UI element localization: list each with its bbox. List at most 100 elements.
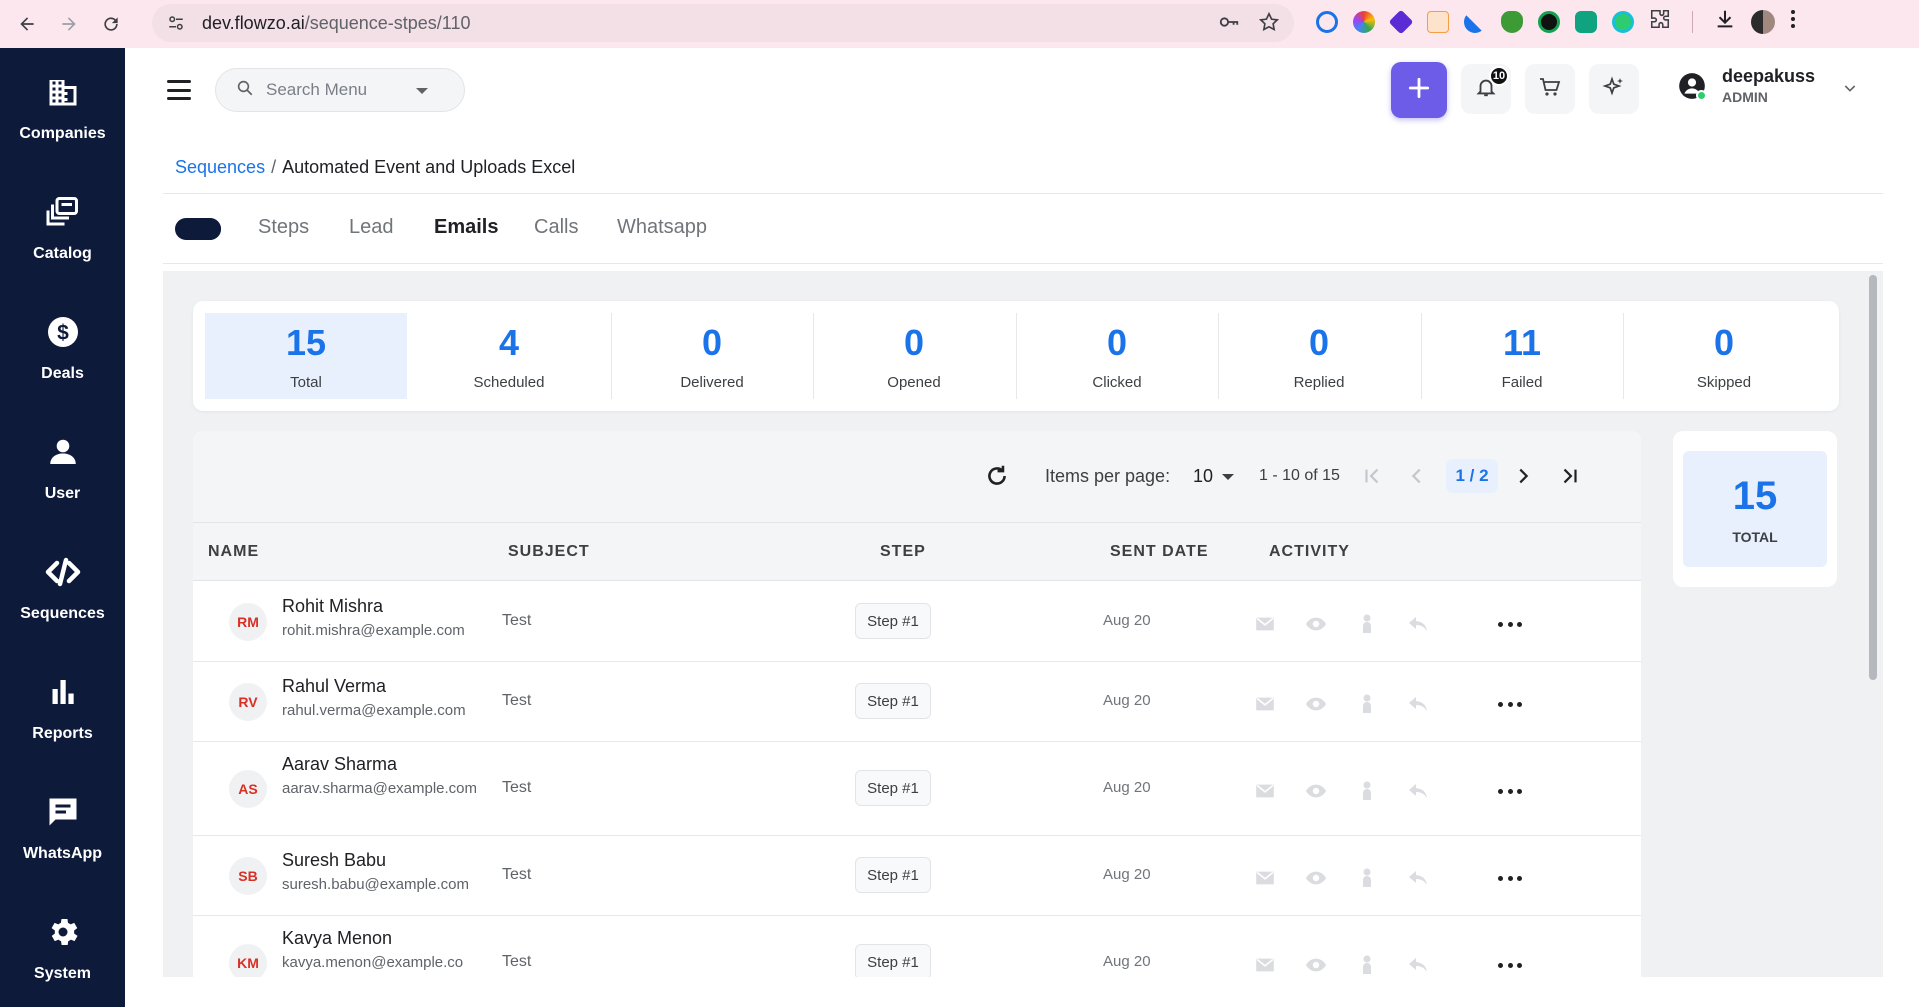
column-header-step[interactable]: STEP	[880, 543, 926, 561]
email-subject: Test	[502, 692, 532, 709]
sidebar-item-deals[interactable]: $ Deals	[0, 288, 125, 408]
last-page-icon[interactable]	[1559, 465, 1581, 492]
stat-failed[interactable]: 11 Failed	[1421, 313, 1623, 399]
add-button[interactable]	[1391, 62, 1447, 118]
stat-scheduled[interactable]: 4 Scheduled	[408, 313, 610, 399]
stat-opened[interactable]: 0 Opened	[813, 313, 1015, 399]
total-summary: 15 TOTAL	[1683, 451, 1827, 567]
lead-email: aarav.sharma@example.com	[282, 780, 478, 797]
notifications-button[interactable]: 10	[1461, 64, 1511, 114]
extension-icon[interactable]	[1501, 10, 1523, 33]
address-bar[interactable]: dev.flowzo.ai/sequence-stpes/110	[152, 4, 1294, 42]
column-header-subject[interactable]: SUBJECT	[508, 543, 590, 561]
online-status-dot	[1696, 89, 1707, 101]
breadcrumb-sequences-link[interactable]: Sequences	[175, 157, 265, 177]
site-settings-icon[interactable]	[162, 9, 190, 37]
items-per-page-select[interactable]: 10	[1193, 466, 1235, 487]
sidebar: Companies Catalog $ Deals User Sequences…	[0, 48, 125, 1007]
step-badge: Step #1	[855, 944, 931, 977]
sidebar-item-catalog[interactable]: Catalog	[0, 168, 125, 288]
user-menu[interactable]: deepakuss ADMIN	[1678, 66, 1815, 105]
tab-whatsapp[interactable]: Whatsapp	[617, 216, 707, 239]
tab-emails[interactable]: Emails	[434, 216, 498, 239]
password-key-icon[interactable]	[1218, 11, 1240, 38]
first-page-icon[interactable]	[1361, 465, 1383, 492]
search-menu-placeholder: Search Menu	[266, 80, 368, 99]
items-per-page-label: Items per page:	[1045, 466, 1171, 486]
table-row[interactable]: RV Rahul Verma rahul.verma@example.com T…	[193, 662, 1641, 742]
ai-assistant-button[interactable]	[1589, 64, 1639, 114]
forward-icon[interactable]	[54, 9, 84, 39]
stat-replied[interactable]: 0 Replied	[1218, 313, 1420, 399]
extension-icon[interactable]	[1612, 10, 1634, 33]
extension-icon[interactable]	[1538, 10, 1560, 33]
browser-menu-icon[interactable]	[1790, 9, 1796, 34]
stat-value: 0	[1713, 321, 1735, 363]
menu-toggle-icon[interactable]	[167, 80, 191, 100]
sidebar-item-whatsapp[interactable]: WhatsApp	[0, 768, 125, 888]
stat-delivered[interactable]: 0 Delivered	[611, 313, 813, 399]
refresh-icon[interactable]	[984, 463, 1010, 494]
bar-chart-icon	[45, 674, 81, 715]
tab-steps[interactable]: Steps	[258, 216, 309, 239]
extension-icon[interactable]	[1353, 10, 1375, 33]
column-header-name[interactable]: NAME	[208, 543, 259, 561]
extensions-puzzle-icon[interactable]	[1649, 8, 1671, 35]
extension-icon[interactable]	[1575, 10, 1597, 33]
table-row[interactable]: KM Kavya Menon kavya.menon@example.co Te…	[193, 916, 1641, 977]
row-actions-menu[interactable]	[1498, 620, 1522, 628]
extension-icon[interactable]	[1427, 10, 1449, 33]
dollar-icon: $	[45, 314, 81, 355]
avatar: RM	[229, 603, 267, 641]
person-icon	[45, 434, 81, 475]
sequence-active-toggle[interactable]	[175, 218, 221, 240]
row-actions-menu[interactable]	[1498, 874, 1522, 882]
vertical-scrollbar[interactable]	[1869, 275, 1877, 680]
previous-page-icon[interactable]	[1406, 465, 1428, 492]
row-actions-menu[interactable]	[1498, 961, 1522, 969]
row-actions-menu[interactable]	[1498, 787, 1522, 795]
table-row[interactable]: SB Suresh Babu suresh.babu@example.com T…	[193, 836, 1641, 916]
extension-icon[interactable]	[1464, 10, 1486, 33]
lead-email: rohit.mishra@example.com	[282, 622, 465, 639]
column-header-sent-date[interactable]: SENT DATE	[1110, 543, 1208, 561]
user-role: ADMIN	[1722, 89, 1768, 105]
table-row[interactable]: RM Rohit Mishra rohit.mishra@example.com…	[193, 582, 1641, 662]
avatar: KM	[229, 944, 267, 977]
extension-icon[interactable]	[1316, 10, 1338, 33]
lead-email: rahul.verma@example.com	[282, 702, 466, 719]
extension-icon[interactable]	[1388, 9, 1414, 34]
sidebar-item-reports[interactable]: Reports	[0, 648, 125, 768]
step-badge: Step #1	[855, 603, 931, 639]
sparkle-icon	[1602, 75, 1626, 104]
sidebar-item-system[interactable]: System	[0, 888, 125, 1007]
stat-label: Clicked	[1092, 373, 1142, 391]
cart-button[interactable]	[1525, 64, 1575, 114]
reload-icon[interactable]	[96, 9, 126, 39]
tab-lead[interactable]: Lead	[349, 216, 394, 239]
next-page-icon[interactable]	[1512, 465, 1534, 492]
download-icon[interactable]	[1714, 8, 1736, 35]
search-menu-input[interactable]: Search Menu	[215, 68, 465, 112]
sidebar-item-companies[interactable]: Companies	[0, 48, 125, 168]
sidebar-item-user[interactable]: User	[0, 408, 125, 528]
back-icon[interactable]	[12, 9, 42, 39]
column-header-activity[interactable]: ACTIVITY	[1269, 543, 1350, 561]
sidebar-item-sequences[interactable]: Sequences	[0, 528, 125, 648]
row-actions-menu[interactable]	[1498, 700, 1522, 708]
tab-calls[interactable]: Calls	[534, 216, 578, 239]
table-row[interactable]: AS Aarav Sharma aarav.sharma@example.com…	[193, 742, 1641, 836]
profile-avatar[interactable]	[1751, 9, 1775, 34]
stat-clicked[interactable]: 0 Clicked	[1016, 313, 1218, 399]
sidebar-item-label: WhatsApp	[22, 844, 103, 862]
stat-skipped[interactable]: 0 Skipped	[1623, 313, 1825, 399]
email-subject: Test	[502, 953, 532, 970]
stat-total[interactable]: 15 Total	[205, 313, 407, 399]
plus-icon	[1406, 75, 1432, 106]
clicked-touch-icon	[1356, 692, 1378, 714]
breadcrumb-separator: /	[271, 157, 277, 177]
lead-name: Rohit Mishra	[282, 596, 384, 616]
chevron-down-icon[interactable]	[1842, 80, 1858, 101]
bookmark-star-icon[interactable]	[1258, 11, 1280, 38]
browser-toolbar: dev.flowzo.ai/sequence-stpes/110	[0, 0, 1919, 48]
